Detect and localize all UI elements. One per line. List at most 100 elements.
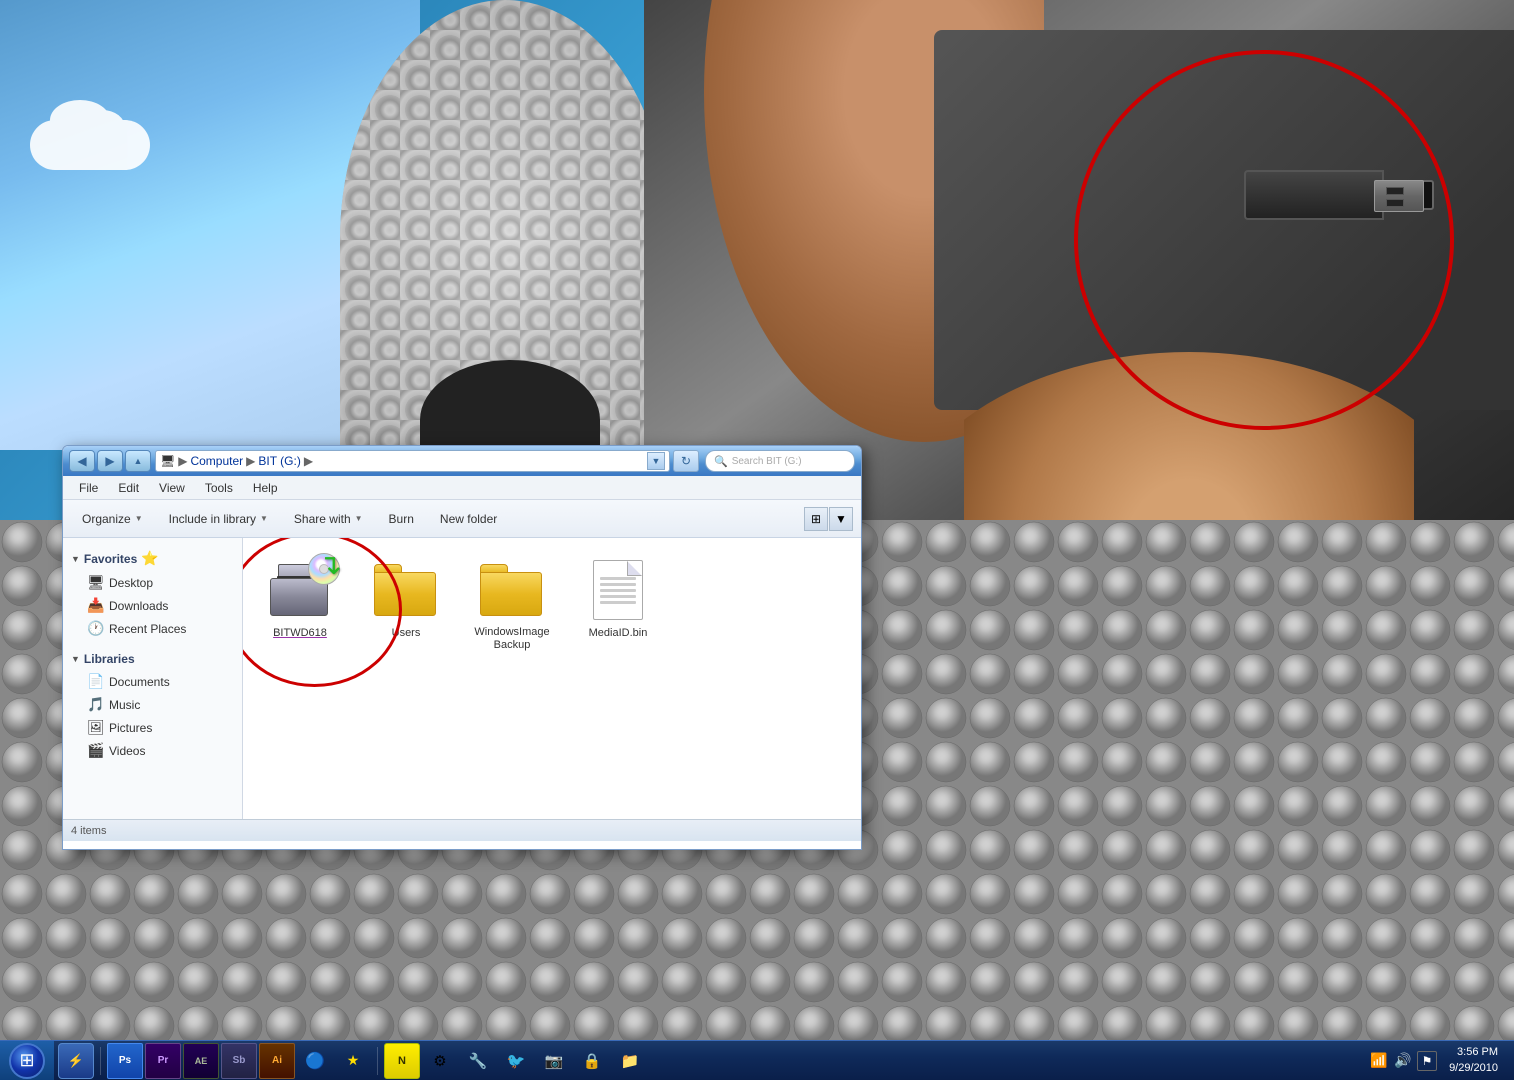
taskbar-app1[interactable]: 🔵 [297,1043,333,1079]
mediaid-file-icon [586,558,650,622]
taskbar: ⊞ ⚡ Ps Pr AE Sb Ai 🔵 ★ N ⚙ 🔧 🐦 📷 🔒 📁 [0,1040,1514,1080]
favorites-header[interactable]: ▼ Favorites ⭐ [63,546,242,571]
download-arrow-icon: ↴ [319,548,342,581]
taskbar-premiere[interactable]: Pr [145,1043,181,1079]
backup-label: WindowsImageBackup [472,626,552,652]
desktop-icon: 🖥 [87,574,103,591]
path-computer[interactable]: Computer [190,454,243,468]
libraries-label: Libraries [84,652,135,666]
favorites-label: Favorites [84,552,137,566]
window-menubar: File Edit View Tools Help [63,476,861,500]
menu-file[interactable]: File [71,479,106,497]
tray-network-icon[interactable]: 📶 [1369,1051,1389,1071]
sidebar-item-desktop[interactable]: 🖥 Desktop [63,571,242,594]
path-drive[interactable]: BIT (G:) [258,454,300,468]
sidebar-item-pictures[interactable]: 🖼 Pictures [63,716,242,739]
ball-building-decoration [340,0,670,480]
backup-folder-icon [480,558,544,622]
new-folder-label: New folder [440,512,497,526]
search-icon: 🔍 [714,455,728,468]
share-with-button[interactable]: Share with ▼ [283,505,374,533]
taskbar-aftereffects[interactable]: AE [183,1043,219,1079]
taskbar-app3[interactable]: ⚙ [422,1043,458,1079]
file-item-bitwd618[interactable]: ↴ BITWD618 [255,550,345,660]
menu-help[interactable]: Help [245,479,286,497]
taskbar-app7[interactable]: 🔒 [574,1043,610,1079]
start-button[interactable]: ⊞ [0,1041,54,1080]
folder-shape-2 [480,564,544,616]
music-icon: 🎵 [87,696,103,713]
taskbar-steam[interactable]: ⚡ [58,1043,94,1079]
view-toggle-buttons: ⊞ ▼ [804,507,853,531]
window-titlebar: ◀ ▶ ▲ 🖥 ▶ Computer ▶ BIT (G:) ▶ ▼ ↻ 🔍 Se… [63,446,861,476]
share-dropdown-arrow: ▼ [355,514,363,523]
taskbar-notification-area: 📶 🔊 ⚑ 3:56 PM 9/29/2010 [1361,1045,1514,1076]
sidebar-item-recent-places[interactable]: 🕐 Recent Places [63,617,242,640]
forward-button[interactable]: ▶ [97,450,123,472]
taskbar-photoshop[interactable]: Ps [107,1043,143,1079]
taskbar-illustrator[interactable]: Ai [259,1043,295,1079]
folder-body [374,572,436,616]
search-box[interactable]: 🔍 Search BIT (G:) [705,450,855,472]
taskbar-clock[interactable]: 3:56 PM 9/29/2010 [1441,1045,1506,1076]
menu-edit[interactable]: Edit [110,479,147,497]
taskbar-app5[interactable]: 🐦 [498,1043,534,1079]
file-item-users[interactable]: Users [361,550,451,660]
library-dropdown-arrow: ▼ [260,514,268,523]
tray-action-center-icon[interactable]: ⚑ [1417,1051,1437,1071]
menu-view[interactable]: View [151,479,193,497]
view-dropdown-btn[interactable]: ▼ [829,507,853,531]
tray-volume-icon[interactable]: 🔊 [1393,1051,1413,1071]
taskbar-app4[interactable]: 🔧 [460,1043,496,1079]
file-item-mediaid[interactable]: MediaID.bin [573,550,663,660]
file-line-3 [600,589,636,592]
back-button[interactable]: ◀ [69,450,95,472]
new-folder-button[interactable]: New folder [429,505,508,533]
sidebar-item-documents[interactable]: 📄 Documents [63,670,242,693]
taskbar-file-explorer[interactable]: 📁 [612,1043,648,1079]
videos-label: Videos [109,744,145,758]
refresh-button[interactable]: ↻ [673,450,699,472]
recent-places-icon: 🕐 [87,620,103,637]
up-button[interactable]: ▲ [125,450,151,472]
favorites-arrow: ▼ [71,554,80,564]
include-in-library-button[interactable]: Include in library ▼ [158,505,279,533]
cloud-decoration [30,120,150,170]
sidebar-item-downloads[interactable]: 📥 Downloads [63,594,242,617]
menu-tools[interactable]: Tools [197,479,241,497]
sidebar-item-videos[interactable]: 🎬 Videos [63,739,242,762]
share-with-label: Share with [294,512,351,526]
libraries-header[interactable]: ▼ Libraries [63,648,242,670]
taskbar-norton[interactable]: N [384,1043,420,1079]
downloads-icon: 📥 [87,597,103,614]
navigation-pane: ▼ Favorites ⭐ 🖥 Desktop 📥 Downloads 🕐 Re… [63,538,243,819]
address-path: 🖥 ▶ Computer ▶ BIT (G:) ▶ [160,454,647,468]
system-tray: 📶 🔊 ⚑ [1369,1051,1437,1071]
recent-places-label: Recent Places [109,622,186,636]
bitwd618-label: BITWD618 [273,626,327,640]
users-folder-icon [374,558,438,622]
pictures-label: Pictures [109,721,152,735]
burn-button[interactable]: Burn [378,505,425,533]
address-dropdown-btn[interactable]: ▼ [647,452,665,470]
clock-time: 3:56 PM [1449,1045,1498,1060]
taskbar-speedgrade[interactable]: Sb [221,1043,257,1079]
address-bar[interactable]: 🖥 ▶ Computer ▶ BIT (G:) ▶ ▼ [155,450,670,472]
music-label: Music [109,698,140,712]
sidebar-item-music[interactable]: 🎵 Music [63,693,242,716]
window-toolbar: Organize ▼ Include in library ▼ Share wi… [63,500,861,538]
organize-dropdown-arrow: ▼ [135,514,143,523]
path-sep2: ▶ [246,454,255,468]
folder-body-2 [480,572,542,616]
view-icons-btn[interactable]: ⊞ [804,507,828,531]
taskbar-app6[interactable]: 📷 [536,1043,572,1079]
path-sep1: ▶ [178,454,187,468]
pictures-icon: 🖼 [87,719,103,736]
downloads-label: Downloads [109,599,168,613]
file-item-windows-image-backup[interactable]: WindowsImageBackup [467,550,557,660]
desktop-label: Desktop [109,576,153,590]
file-line-5 [600,601,636,604]
red-highlight-circle [1074,50,1454,430]
organize-button[interactable]: Organize ▼ [71,505,154,533]
taskbar-app2[interactable]: ★ [335,1043,371,1079]
